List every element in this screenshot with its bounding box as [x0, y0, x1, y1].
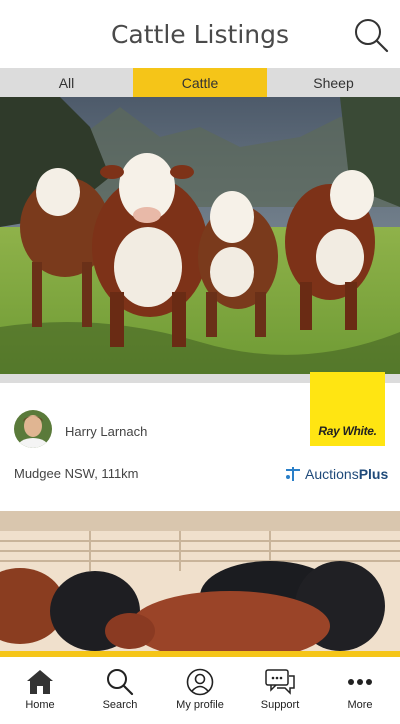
- listing-location: Mudgee NSW, 111km: [14, 466, 139, 481]
- listing-photo[interactable]: [0, 97, 400, 374]
- agent-name: Harry Larnach: [65, 424, 148, 439]
- tab-cattle[interactable]: Cattle: [133, 68, 267, 97]
- avatar: [14, 410, 52, 448]
- more-icon: [345, 667, 375, 697]
- nav-search[interactable]: Search: [80, 657, 160, 724]
- category-tabs: All Cattle Sheep: [0, 68, 400, 97]
- nav-home[interactable]: Home: [0, 657, 80, 724]
- nav-support[interactable]: Support: [240, 657, 320, 724]
- tab-sheep[interactable]: Sheep: [267, 68, 400, 97]
- listing-photo-2[interactable]: [0, 511, 400, 655]
- nav-label: Home: [25, 699, 55, 711]
- chat-icon: [265, 667, 295, 697]
- raywhite-logo: Ray White.: [310, 372, 385, 446]
- profile-icon: [185, 667, 215, 697]
- auctionsplus-logo: AuctionsPlus: [284, 465, 388, 483]
- app-header: Cattle Listings: [0, 0, 400, 68]
- auctionsplus-text-bold: Plus: [358, 466, 389, 482]
- search-icon: [105, 667, 135, 697]
- search-icon[interactable]: [352, 16, 390, 54]
- tab-all[interactable]: All: [0, 68, 133, 97]
- auctionsplus-text: Auctions: [305, 466, 359, 482]
- auctionsplus-icon: [286, 467, 300, 481]
- nav-label: My profile: [176, 699, 224, 711]
- nav-label: More: [347, 699, 373, 711]
- nav-profile[interactable]: My profile: [160, 657, 240, 724]
- nav-label: Support: [260, 699, 300, 711]
- nav-label: Search: [102, 699, 138, 711]
- nav-more[interactable]: More: [320, 657, 400, 724]
- page-title: Cattle Listings: [110, 20, 290, 49]
- home-icon: [25, 667, 55, 697]
- bottom-nav: Home Search My profile Support More: [0, 657, 400, 724]
- raywhite-logo-text: Ray White.: [318, 424, 377, 438]
